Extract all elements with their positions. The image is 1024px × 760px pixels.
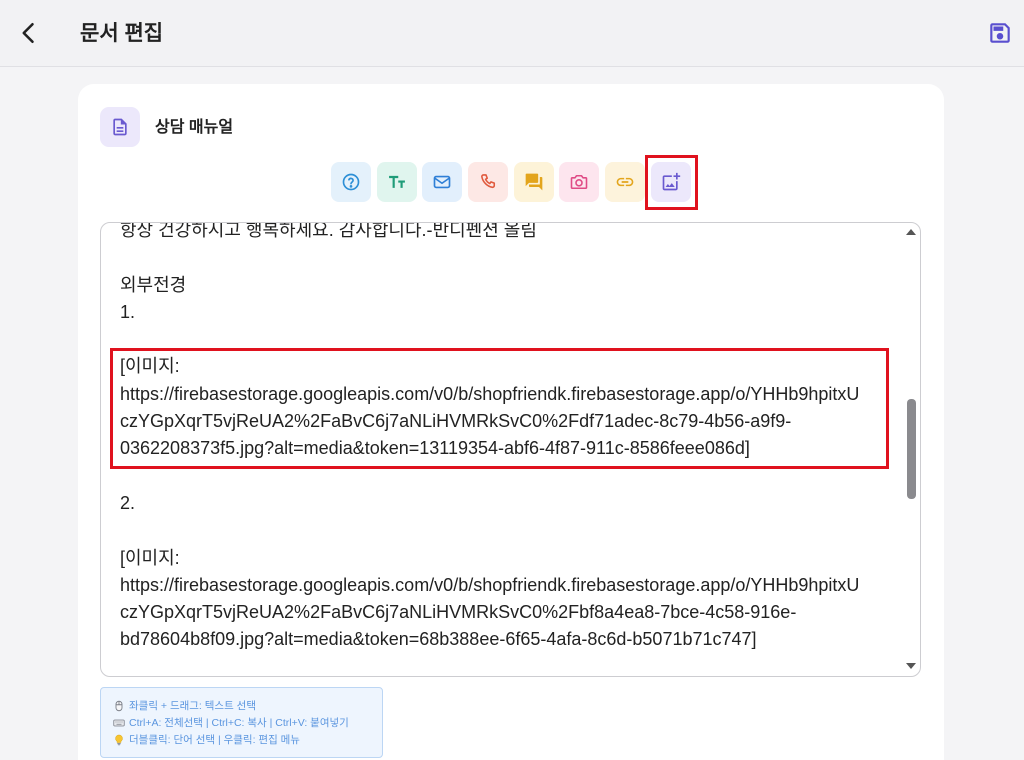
editor-help-box: 좌클릭 + 드래그: 텍스트 선택 Ctrl+A: 전체선택 | Ctrl+C:… [100, 687, 383, 758]
keyboard-icon [113, 717, 125, 729]
text-line: czYGpXqrT5vjReUA2%2FaBvC6j7aNLiHVMRkSvC0… [120, 602, 797, 623]
text-line [120, 326, 900, 353]
insert-toolbar [331, 162, 691, 202]
camera-icon [571, 174, 588, 190]
scrollbar-thumb[interactable] [907, 399, 916, 499]
document-text-editor[interactable]: 항상 건강하시고 행복하세요. 감사합니다.-반디펜션 올림 외부전경 1. [… [100, 222, 921, 677]
chat-icon [525, 173, 543, 191]
editor-text: 항상 건강하시고 행복하세요. 감사합니다.-반디펜션 올림 외부전경 1. [… [120, 222, 900, 654]
help-text: Ctrl+A: 전체선택 | Ctrl+C: 복사 | Ctrl+V: 붙여넣기 [129, 717, 349, 729]
help-line: 좌클릭 + 드래그: 텍스트 선택 [113, 697, 378, 714]
help-line: Ctrl+A: 전체선택 | Ctrl+C: 복사 | Ctrl+V: 붙여넣기 [113, 714, 378, 731]
help-text: 좌클릭 + 드래그: 텍스트 선택 [129, 700, 256, 712]
mail-icon [434, 175, 451, 189]
text-size-button[interactable] [376, 162, 417, 202]
text-line: bd78604b8f09.jpg?alt=media&token=68b388e… [120, 629, 757, 650]
lightbulb-icon [113, 734, 125, 746]
document-icon [113, 118, 127, 136]
document-title: 상담 매뉴얼 [155, 119, 234, 136]
text-line [120, 244, 900, 271]
text-line: 항상 건강하시고 행복하세요. 감사합니다.-반디펜션 올림 [120, 222, 537, 240]
camera-button[interactable] [559, 162, 600, 202]
text-size-icon [388, 175, 405, 188]
text-line: 2. [120, 492, 136, 513]
document-icon-badge [100, 107, 140, 147]
help-text: 더블클릭: 단어 선택 | 우클릭: 편집 메뉴 [129, 734, 300, 746]
link-button[interactable] [605, 162, 646, 202]
link-icon [616, 177, 634, 187]
help-circle-icon [342, 173, 360, 191]
text-line: czYGpXqrT5vjReUA2%2FaBvC6j7aNLiHVMRkSvC0… [120, 411, 792, 432]
help-button[interactable] [331, 162, 371, 202]
add-image-icon [662, 172, 680, 191]
save-button[interactable] [987, 20, 1013, 46]
chat-button[interactable] [513, 162, 554, 202]
page-title: 문서 편집 [80, 22, 164, 45]
back-button[interactable] [15, 19, 43, 47]
text-line: [이미지: [120, 547, 180, 568]
add-image-button[interactable] [650, 162, 691, 202]
text-line: [이미지: [120, 356, 180, 377]
text-line: 외부전경 [120, 274, 187, 295]
document-card: 상담 매뉴얼 항상 건강하시고 행복하세요. 감사합니다.-반디펜션 올림 외부… [78, 84, 944, 760]
save-icon [990, 23, 1010, 43]
mouse-icon [113, 700, 125, 712]
scroll-down-arrow[interactable] [906, 663, 916, 669]
text-line: https://firebasestorage.googleapis.com/v… [120, 383, 860, 404]
phone-button[interactable] [468, 162, 509, 202]
email-button[interactable] [422, 162, 463, 202]
text-line: https://firebasestorage.googleapis.com/v… [120, 574, 860, 595]
phone-icon [481, 174, 496, 189]
scroll-up-arrow[interactable] [906, 229, 916, 235]
text-line [120, 517, 900, 544]
chevron-left-icon [22, 22, 34, 44]
text-line: 1. [120, 301, 136, 322]
text-line: 0362208373f5.jpg?alt=media&token=1311935… [120, 438, 750, 459]
text-line [120, 463, 900, 490]
app-header: 문서 편집 [0, 0, 1024, 67]
help-line: 더블클릭: 단어 선택 | 우클릭: 편집 메뉴 [113, 731, 378, 748]
